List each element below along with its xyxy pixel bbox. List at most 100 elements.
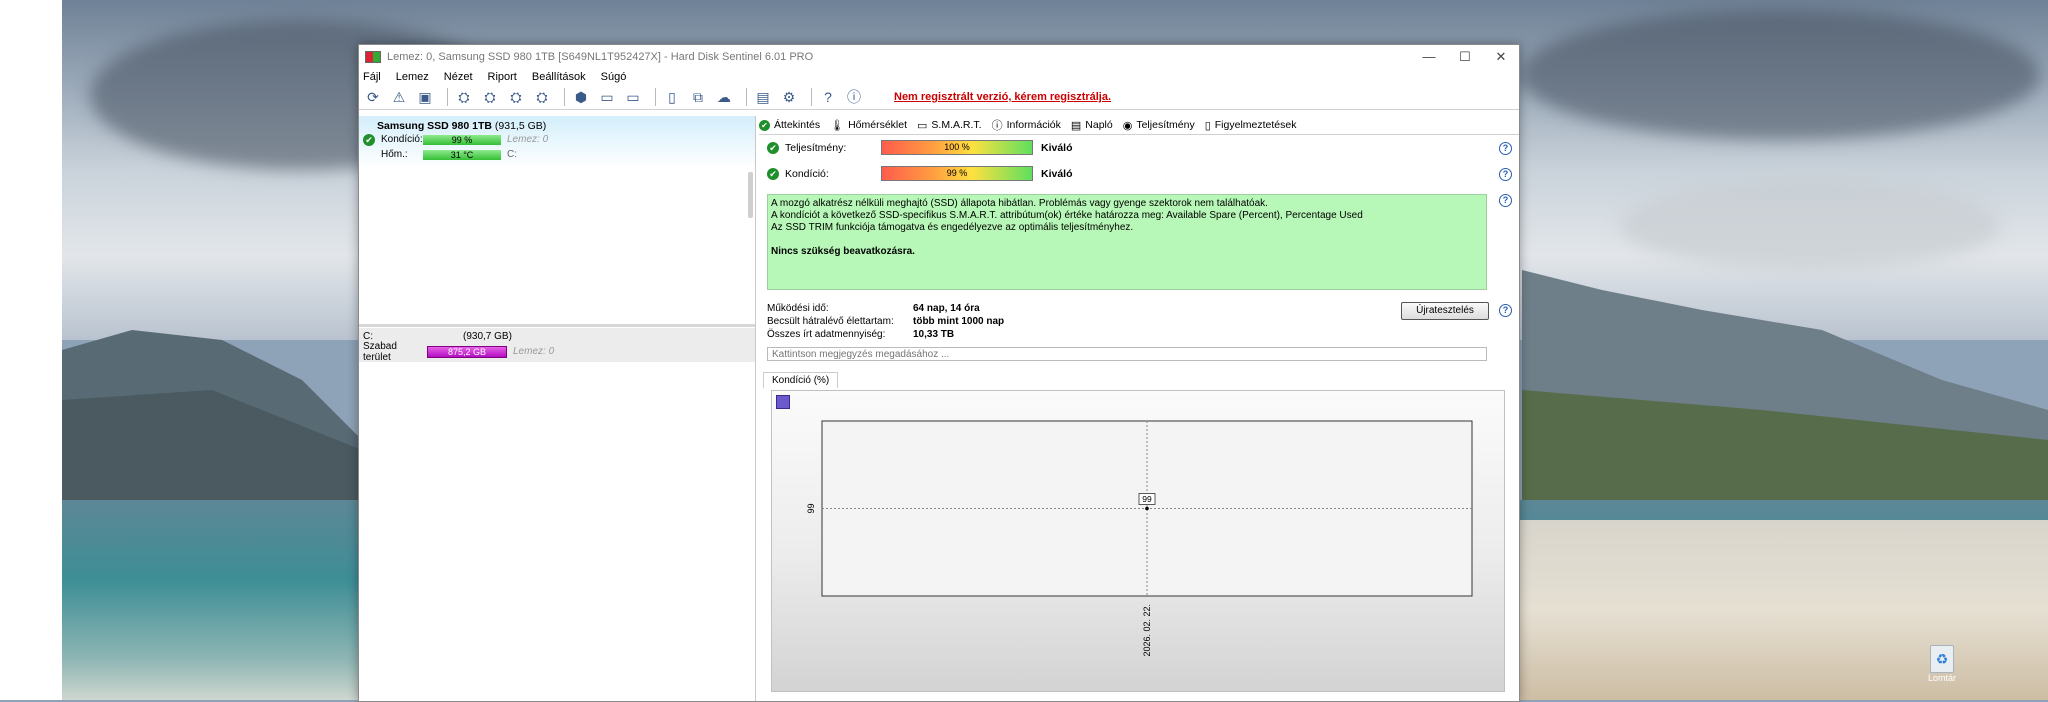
refresh-icon[interactable]: ⟳: [363, 87, 383, 107]
help-icon[interactable]: ?: [1499, 304, 1512, 317]
tab-warnings[interactable]: ▯ Figyelmeztetések: [1205, 119, 1297, 132]
tab-label: Napló: [1085, 119, 1113, 131]
menu-help[interactable]: Súgó: [601, 71, 627, 83]
written-label: Összes írt adatmennyiség:: [767, 329, 886, 340]
toolbar-separator: [447, 88, 448, 106]
condition-bar: 99 %: [423, 134, 501, 145]
menu-disk[interactable]: Lemez: [396, 71, 429, 83]
tab-label: Figyelmeztetések: [1214, 119, 1297, 131]
condition-label: Kondíció:: [785, 167, 829, 180]
recycle-bin-icon: ♻: [1930, 645, 1954, 673]
performance-label: Teljesítmény:: [785, 141, 847, 154]
info-icon[interactable]: ⓘ: [844, 87, 864, 107]
condition-bar: 99 %: [881, 166, 1033, 181]
free-space-label: Szabad terület: [363, 340, 397, 363]
help-icon[interactable]: ?: [1499, 168, 1512, 181]
free-space-row: Szabad terület 875,2 GB Lemez: 0: [359, 341, 755, 363]
retest-button[interactable]: Újratesztelés: [1401, 302, 1489, 320]
condition-disk: Lemez: 0: [507, 134, 549, 145]
performance-row: ✔ Teljesítmény: 100 % Kiváló: [763, 140, 1073, 155]
status-info-box: A mozgó alkatrész nélküli meghajtó (SSD)…: [767, 194, 1487, 290]
recycle-bin[interactable]: ♻ Lomtár: [1922, 645, 1962, 683]
uptime-label: Működési idő:: [767, 303, 829, 314]
info-action: Nincs szükség beavatkozásra.: [771, 246, 915, 257]
menu-report[interactable]: Riport: [488, 71, 517, 83]
disk-test-4-icon[interactable]: ⛭: [532, 87, 552, 107]
minimize-button[interactable]: —: [1411, 45, 1447, 69]
free-space-bar: 875,2 GB: [427, 345, 507, 358]
tab-smart[interactable]: ▭ S.M.A.R.T.: [917, 119, 982, 132]
ok-check-icon: ✔: [767, 167, 779, 180]
maximize-button[interactable]: ☐: [1447, 45, 1483, 69]
menu-settings[interactable]: Beállítások: [532, 71, 586, 83]
details-pane: ✔ Áttekintés 🌡 Hőmérséklet ▭ S.M.A.R.T. ⓘ In…: [759, 116, 1519, 701]
cloud: [1620, 180, 2000, 270]
settings-icon[interactable]: ⚙: [779, 87, 799, 107]
shield-icon[interactable]: ⬢: [571, 87, 591, 107]
temp-label: Hőm.:: [381, 149, 408, 160]
chart-tab-condition[interactable]: Kondíció (%): [763, 372, 839, 388]
cloud: [1520, 10, 2040, 140]
alert-icon[interactable]: ⚠: [389, 87, 409, 107]
scrollbar-thumb[interactable]: [748, 172, 753, 218]
disk-entry[interactable]: Samsung SSD 980 1TB (931,5 GB) ✔ Kondíci…: [359, 116, 755, 168]
network-icon[interactable]: ⧉: [688, 87, 708, 107]
drive-2-icon[interactable]: ▭: [623, 87, 643, 107]
toolbar: ⟳ ⚠ ▣ ⛭ ⛭ ⛭ ⛭ ⬢ ▭ ▭ ▯ ⧉ ☁ ▤ ⚙ ? ⓘ Nem re…: [359, 85, 1519, 110]
document-icon: ▯: [1204, 119, 1211, 132]
document-icon[interactable]: ▯: [662, 87, 682, 107]
disk-test-icon[interactable]: ⛭: [454, 87, 474, 107]
condition-chart: 99 99 2026. 02. 22.: [806, 420, 1473, 657]
pane-splitter[interactable]: [359, 324, 755, 327]
temp-bar: 31 °C: [423, 149, 501, 160]
chart-data-point: [1145, 506, 1149, 511]
close-button[interactable]: ✕: [1483, 45, 1519, 69]
gauge-icon: ◉: [1122, 119, 1133, 132]
toolbar-separator: [746, 88, 747, 106]
tab-label: Hőmérséklet: [848, 119, 908, 131]
tab-performance[interactable]: ◉ Teljesítmény: [1123, 119, 1195, 132]
performance-bar: 100 %: [881, 140, 1033, 155]
disk-size: (931,5 GB): [494, 120, 547, 132]
monitor-icon[interactable]: ▣: [415, 87, 435, 107]
tab-label: Teljesítmény: [1136, 119, 1195, 131]
app-icon: [365, 51, 381, 63]
disk-test-3-icon[interactable]: ⛭: [506, 87, 526, 107]
disk-icon: ▭: [917, 119, 928, 132]
note-input[interactable]: [767, 347, 1487, 361]
recycle-bin-label: Lomtár: [1927, 673, 1956, 683]
condition-chart-panel: 99 99 2026. 02. 22.: [771, 390, 1505, 692]
disk-condition-row: ✔ Kondíció: 99 % Lemez: 0: [359, 132, 755, 147]
tab-temperature[interactable]: 🌡 Hőmérséklet: [830, 119, 907, 132]
menu-bar: Fájl Lemez Nézet Riport Beállítások Súgó: [359, 69, 1519, 85]
tab-log[interactable]: ▤ Napló: [1071, 119, 1113, 132]
tab-overview[interactable]: ✔ Áttekintés: [759, 119, 820, 131]
written-row: Összes írt adatmennyiség: 10,33 TB: [767, 329, 954, 340]
info-line: A mozgó alkatrész nélküli meghajtó (SSD)…: [771, 198, 1268, 209]
registration-warning-link[interactable]: Nem regisztrált verzió, kérem regisztrál…: [894, 91, 1111, 103]
help-icon[interactable]: ?: [818, 87, 838, 107]
menu-view[interactable]: Nézet: [444, 71, 473, 83]
help-icon[interactable]: ?: [1499, 194, 1512, 207]
x-tick-label: 2026. 02. 22.: [1142, 604, 1152, 657]
y-tick-label: 99: [806, 503, 816, 513]
tab-information[interactable]: ⓘ Információk: [992, 117, 1061, 133]
title-bar[interactable]: Lemez: 0, Samsung SSD 980 1TB [S649NL1T9…: [359, 45, 1519, 69]
condition-row: ✔ Kondíció: 99 % Kiváló: [763, 166, 1073, 181]
help-icon[interactable]: ?: [1499, 142, 1512, 155]
volume-entry[interactable]: C: (930,7 GB) Szabad terület 875,2 GB Le…: [359, 328, 755, 363]
toolbar-separator: [655, 88, 656, 106]
disk-name: Samsung SSD 980 1TB (931,5 GB): [359, 120, 755, 132]
uptime-value: 64 nap, 14 óra: [913, 303, 980, 314]
ok-check-icon: ✔: [363, 133, 375, 146]
cloud-icon[interactable]: ☁: [714, 87, 734, 107]
disk-temp-row: Hőm.: 31 °C C:: [359, 147, 755, 162]
disk-test-2-icon[interactable]: ⛭: [480, 87, 500, 107]
menu-file[interactable]: Fájl: [363, 71, 381, 83]
chart-icon[interactable]: ▤: [753, 87, 773, 107]
lifetime-label: Becsült hátralévő élettartam:: [767, 316, 894, 327]
disk-list-pane: Samsung SSD 980 1TB (931,5 GB) ✔ Kondíci…: [359, 116, 756, 701]
written-value: 10,33 TB: [913, 329, 955, 340]
drive-icon[interactable]: ▭: [597, 87, 617, 107]
window-title: Lemez: 0, Samsung SSD 980 1TB [S649NL1T9…: [387, 51, 814, 63]
